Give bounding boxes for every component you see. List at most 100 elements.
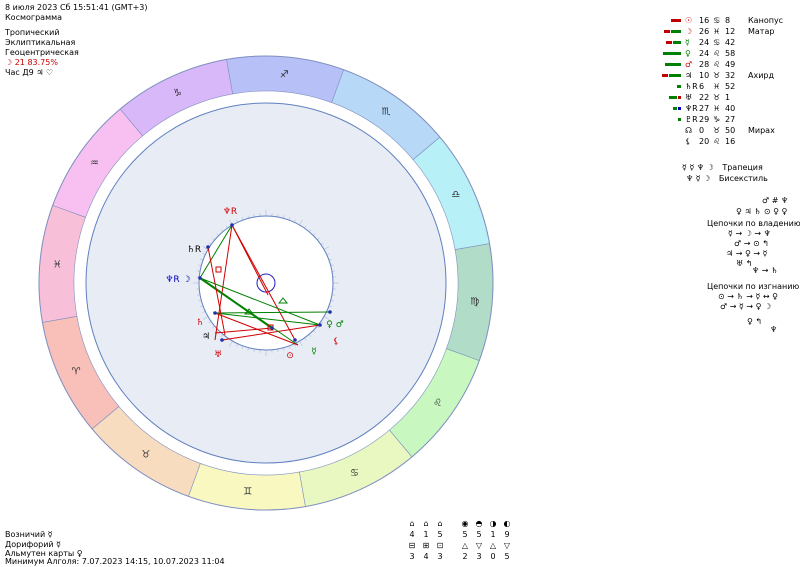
dignity-bar bbox=[678, 118, 681, 121]
rulership-line: ♂ → ⊙ ↰ bbox=[734, 239, 769, 249]
sign-segment bbox=[39, 205, 86, 322]
planet-degree: 6 bbox=[699, 81, 704, 92]
planet-minute: 42 bbox=[725, 37, 735, 48]
count-cell: 5 bbox=[472, 529, 486, 540]
planet-glyph: ⊙ bbox=[286, 351, 294, 361]
planet-symbol: ☽ bbox=[685, 26, 692, 37]
planet-degree: 24 bbox=[699, 48, 709, 59]
cosmogram-wheel[interactable]: ♑♐♏♎♍♌♋♊♉♈♓♒ ♆R♄R♆R ☽♄♃♅⊙☿♀ ♂⚸ bbox=[0, 0, 560, 565]
planet-symbol: ♄R bbox=[685, 81, 698, 92]
planet-minute: 8 bbox=[725, 15, 730, 26]
count-cell: 5 bbox=[458, 529, 472, 540]
planet-minute: 49 bbox=[725, 59, 735, 70]
planet-degree: 10 bbox=[699, 70, 709, 81]
planet-row: ☊0♉50Мирах bbox=[655, 125, 795, 136]
planet-row: ♇R29♑27 bbox=[655, 114, 795, 125]
exile-line: ♂ → ☿ → ♀ ☽ bbox=[720, 302, 771, 312]
planet-point bbox=[206, 245, 210, 249]
planet-row: ⚸20♌16 bbox=[655, 136, 795, 147]
fixed-star: Матар bbox=[748, 26, 774, 37]
planet-sign: ♓ bbox=[713, 26, 720, 37]
planet-minute: 12 bbox=[725, 26, 735, 37]
sign-glyph: ♊ bbox=[243, 487, 252, 498]
planet-sign: ♋ bbox=[713, 15, 720, 26]
dignity-bar bbox=[673, 107, 677, 110]
rulership-line: ♆ → ♄ bbox=[752, 266, 778, 276]
dignity-bar bbox=[671, 30, 681, 33]
dignity-bar bbox=[671, 19, 681, 22]
fixed-star: Канопус bbox=[748, 15, 783, 26]
planet-degree: 29 bbox=[699, 114, 709, 125]
planet-degree: 16 bbox=[699, 15, 709, 26]
planet-minute: 50 bbox=[725, 125, 735, 136]
config-glyphs: ♆ ☿ ☽ bbox=[686, 174, 710, 183]
planet-row: ♅22♉1 bbox=[655, 92, 795, 103]
planet-point bbox=[220, 338, 224, 342]
planet-minute: 52 bbox=[725, 81, 735, 92]
count-cell: 1 bbox=[419, 529, 433, 540]
count-cell: 1 bbox=[486, 529, 500, 540]
dignity-bar bbox=[669, 96, 677, 99]
planet-minute: 1 bbox=[725, 92, 730, 103]
planet-glyph: ♅ bbox=[214, 350, 222, 360]
planet-point bbox=[328, 310, 332, 314]
planet-row: ♄R6♓52 bbox=[655, 81, 795, 92]
count-cell: 9 bbox=[500, 529, 514, 540]
dignity-bar bbox=[665, 63, 681, 66]
config-trapezoid: ☿ ☿ ♆ ☽ Трапеция bbox=[682, 163, 763, 172]
planet-sign: ♌ bbox=[713, 136, 720, 147]
planet-minute: 58 bbox=[725, 48, 735, 59]
planet-symbol: ☉ bbox=[685, 15, 692, 26]
planet-degree: 20 bbox=[699, 136, 709, 147]
count-cell: 4 bbox=[419, 551, 433, 562]
dignity-bar bbox=[678, 107, 681, 110]
planet-symbol: ☊ bbox=[685, 125, 692, 136]
sign-glyph: ♏ bbox=[382, 106, 391, 117]
planet-row: ☉ 16 ♋ 8 Канопус bbox=[655, 15, 795, 26]
planet-minute: 32 bbox=[725, 70, 735, 81]
count-cell: 3 bbox=[472, 551, 486, 562]
planet-glyph: ♄R bbox=[187, 245, 201, 255]
dignity-bar bbox=[662, 74, 668, 77]
grid-icon: ⊞ bbox=[419, 540, 433, 551]
count-cell: 3 bbox=[433, 551, 447, 562]
aspect-note: ♂ # ♆ bbox=[762, 196, 788, 205]
planet-point bbox=[213, 311, 217, 315]
planet-symbol: ♂ bbox=[685, 59, 692, 70]
planet-glyph: ☿ bbox=[311, 347, 317, 357]
planet-degree: 22 bbox=[699, 92, 709, 103]
dignity-bar bbox=[664, 30, 670, 33]
planet-glyph: ♆R bbox=[223, 207, 237, 217]
planet-minute: 27 bbox=[725, 114, 735, 125]
count-cell: 4 bbox=[405, 529, 419, 540]
inner-circle bbox=[199, 216, 333, 350]
planet-symbol: ⚸ bbox=[685, 136, 691, 147]
house-icon: ⌂ bbox=[405, 518, 419, 529]
planet-glyph: ⚸ bbox=[333, 337, 340, 347]
planet-row: ☿24♋42 bbox=[655, 37, 795, 48]
circle-icon: ◑ bbox=[486, 518, 500, 529]
config-label: Трапеция bbox=[722, 163, 762, 172]
planet-symbol: ♇R bbox=[685, 114, 698, 125]
planet-symbol: ♀ bbox=[685, 48, 691, 59]
planet-row: ☽26♓12Матар bbox=[655, 26, 795, 37]
dignity-bar bbox=[673, 41, 681, 44]
planet-minute: 40 bbox=[725, 103, 735, 114]
planet-glyph: ♄ bbox=[196, 318, 204, 328]
grid-icon: ⊟ bbox=[405, 540, 419, 551]
circle-icon: ◉ bbox=[458, 518, 472, 529]
sign-glyph: ♌ bbox=[433, 398, 442, 409]
rulership-title: Цепочки по владению bbox=[707, 219, 800, 228]
exile-line: ⊙ → ♄ → ☿ ↔ ♀ bbox=[718, 292, 778, 302]
exile-line: ♆ bbox=[770, 325, 777, 335]
rulership-line: ☿ → ☽ → ♆ bbox=[728, 229, 771, 239]
sign-glyph: ♒ bbox=[90, 158, 99, 169]
planet-sign: ♉ bbox=[713, 92, 720, 103]
fixed-star: Ахирд bbox=[748, 70, 774, 81]
element-counts-right: ◉ ◓ ◑ ◐ 5 5 1 9 △ ▽ △ ▽ 2 3 0 5 bbox=[458, 518, 514, 562]
triangle-icon: △ bbox=[458, 540, 472, 551]
dignity-bar bbox=[677, 85, 681, 88]
grid-icon: ⊡ bbox=[433, 540, 447, 551]
planet-degree: 24 bbox=[699, 37, 709, 48]
planet-row: ♆R27♓40 bbox=[655, 103, 795, 114]
